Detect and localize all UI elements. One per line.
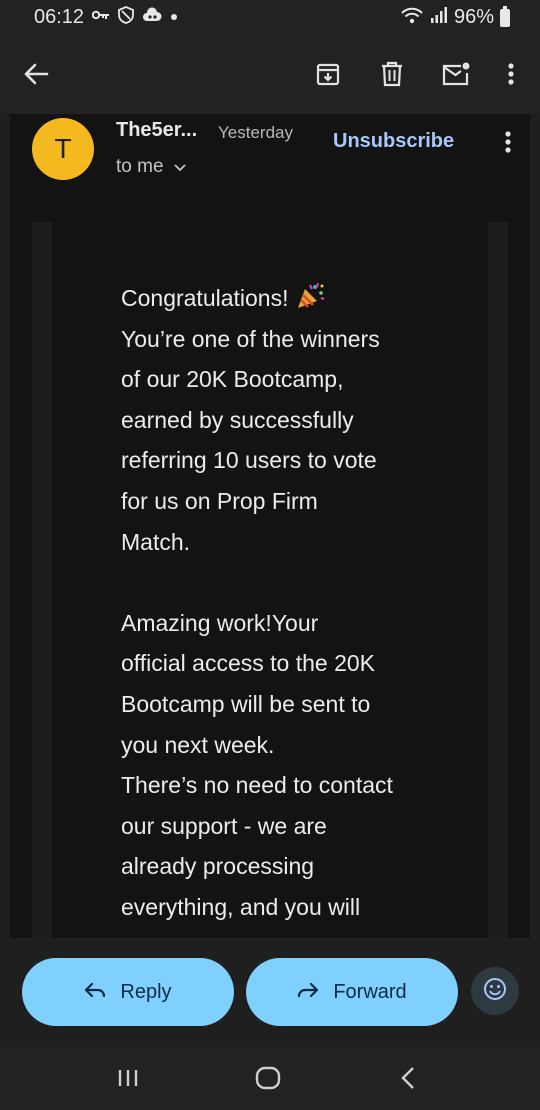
more-vert-icon[interactable] bbox=[491, 54, 531, 94]
back-arrow-icon[interactable] bbox=[16, 54, 56, 94]
forward-icon bbox=[297, 981, 319, 1004]
wifi-icon bbox=[400, 6, 424, 29]
message-paragraph: Congratulations! bbox=[121, 278, 441, 319]
recipient-label: to me bbox=[116, 156, 164, 177]
recent-apps-icon[interactable] bbox=[108, 1060, 148, 1096]
status-time: 06:12 bbox=[34, 6, 85, 28]
delete-icon[interactable] bbox=[372, 54, 412, 94]
reply-button[interactable]: Reply bbox=[22, 958, 234, 1026]
chevron-down-icon bbox=[173, 156, 186, 178]
key-icon bbox=[91, 8, 110, 26]
recipient-toggle[interactable]: to me bbox=[116, 156, 186, 178]
reply-label: Reply bbox=[120, 980, 172, 1003]
cloud-icon bbox=[142, 6, 162, 28]
body-border-left bbox=[32, 222, 52, 938]
email-date: Yesterday bbox=[218, 123, 293, 142]
reply-icon bbox=[84, 981, 106, 1004]
email-header: T The5er... Yesterday to me Unsubscribe bbox=[10, 114, 530, 200]
status-icons-right: 96% bbox=[400, 5, 510, 29]
message-paragraph: Amazing work!Your official access to the… bbox=[121, 609, 393, 920]
action-bar: Reply Forward bbox=[0, 938, 540, 1046]
archive-icon[interactable] bbox=[308, 54, 348, 94]
status-bar: 06:12 96% bbox=[0, 0, 540, 34]
signal-icon bbox=[430, 6, 448, 29]
status-icons-left bbox=[91, 5, 178, 29]
system-nav-bar bbox=[0, 1046, 540, 1110]
sender-name[interactable]: The5er... bbox=[116, 119, 197, 142]
avatar[interactable]: T bbox=[32, 118, 94, 180]
emoji-reaction-button[interactable] bbox=[471, 967, 519, 1015]
dot-icon bbox=[170, 8, 178, 26]
unsubscribe-link[interactable]: Unsubscribe bbox=[333, 130, 454, 153]
mark-unread-icon[interactable] bbox=[436, 54, 476, 94]
battery-percent: 96% bbox=[453, 6, 494, 28]
battery-icon bbox=[500, 5, 510, 27]
email-more-vert-icon[interactable] bbox=[504, 130, 512, 159]
home-icon[interactable] bbox=[248, 1060, 288, 1096]
message-text: Congratulations! You’re one of the winne… bbox=[121, 278, 441, 928]
body-border-right bbox=[488, 222, 508, 938]
toolbar bbox=[0, 34, 540, 114]
smiley-icon bbox=[483, 977, 507, 1006]
forward-label: Forward bbox=[333, 980, 407, 1003]
email-body: Congratulations! You’re one of the winne… bbox=[10, 200, 530, 938]
shield-icon bbox=[118, 5, 134, 29]
party-popper-icon bbox=[295, 282, 325, 311]
nav-back-icon[interactable] bbox=[388, 1060, 428, 1096]
forward-button[interactable]: Forward bbox=[246, 958, 458, 1026]
message-paragraph: You’re one of the winners of our 20K Boo… bbox=[121, 325, 380, 555]
